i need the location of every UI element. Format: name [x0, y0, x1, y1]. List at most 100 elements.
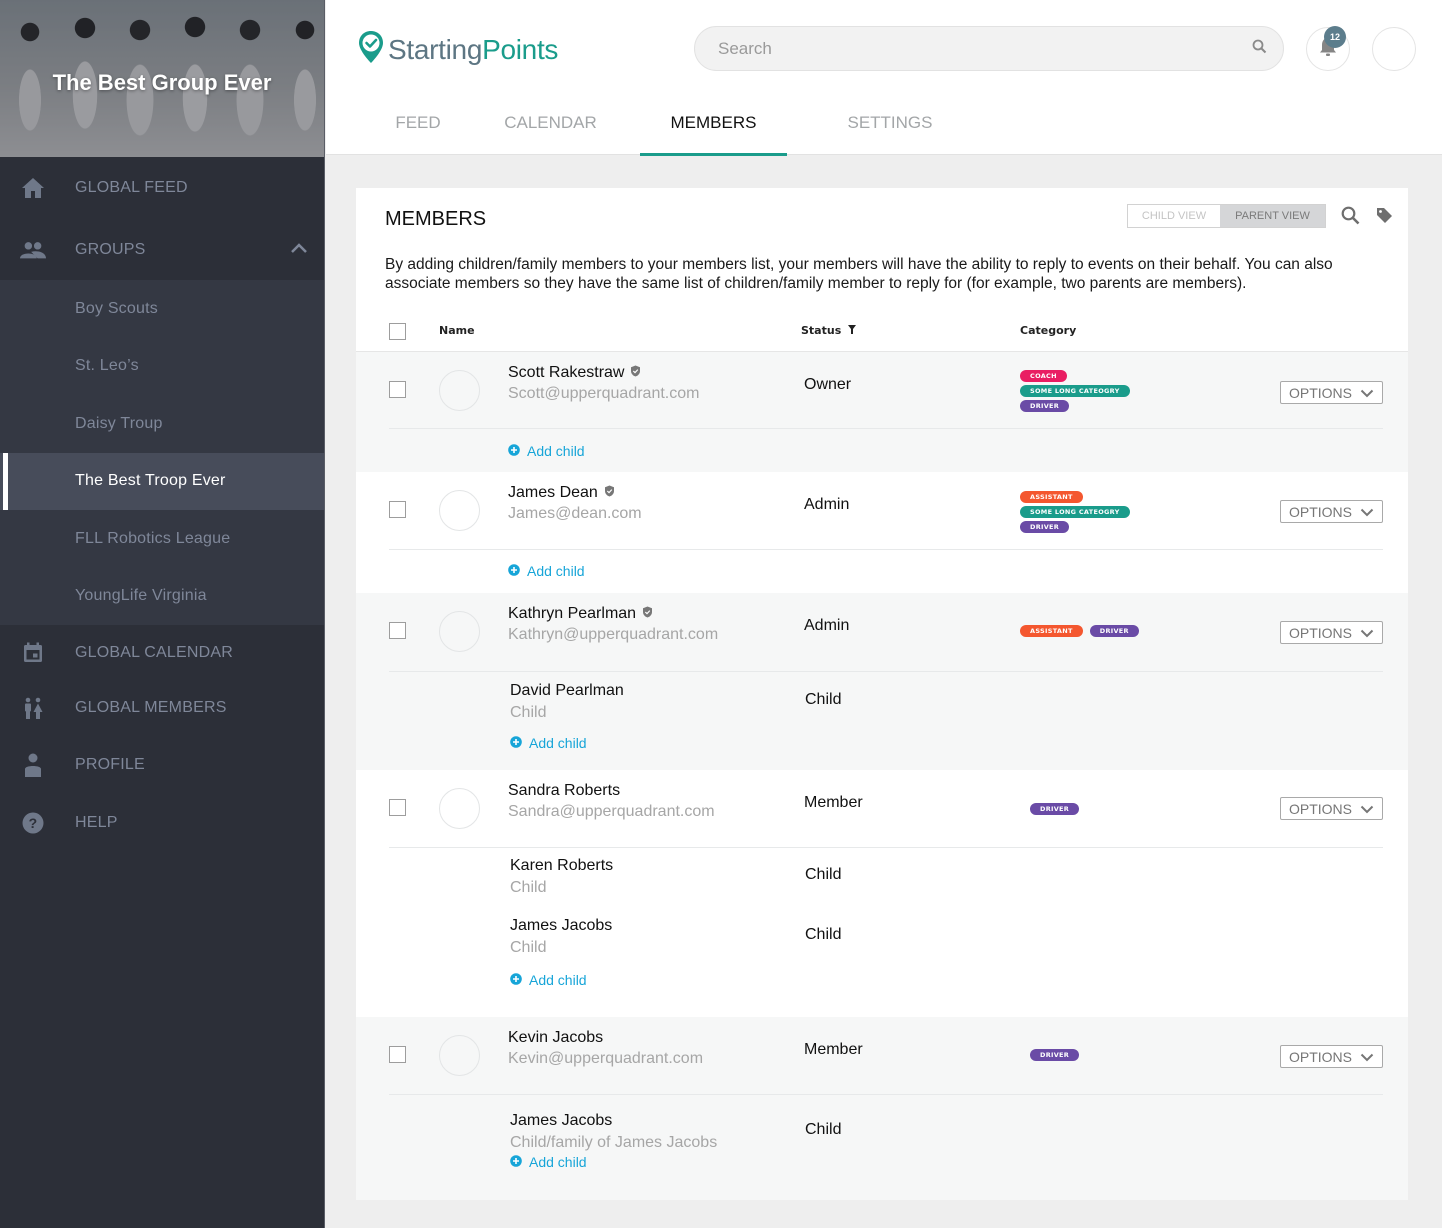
nav-global-feed[interactable]: GLOBAL FEED	[0, 157, 324, 219]
member-checkbox[interactable]	[389, 501, 406, 518]
chevron-down-icon	[1360, 385, 1374, 401]
tab-members-label: MEMBERS	[670, 112, 757, 132]
options-label: OPTIONS	[1288, 1048, 1352, 1065]
nav-global-members[interactable]: GLOBAL MEMBERS	[0, 680, 324, 735]
members-description: By adding children/family members to you…	[385, 256, 1333, 292]
category-tag: ASSISTANT	[1020, 491, 1083, 503]
category-tag: DRIVER	[1030, 803, 1080, 815]
member-checkbox[interactable]	[389, 622, 406, 639]
member-checkbox[interactable]	[389, 1046, 406, 1063]
groups-list: Boy Scouts St. Leo’s Daisy Troup The Best T…	[0, 280, 324, 625]
add-child-label: Add child	[529, 1154, 587, 1170]
tab-members[interactable]: MEMBERS	[640, 90, 787, 156]
nav-profile-label: PROFILE	[75, 756, 145, 773]
members-title: MEMBERS	[385, 208, 487, 230]
add-child-label: Add child	[527, 443, 585, 459]
search-input[interactable]	[695, 38, 1252, 59]
search-members-icon[interactable]	[1341, 206, 1360, 230]
user-avatar-button[interactable]	[1372, 27, 1416, 71]
member-row: Kathryn Pearlman Kathryn@upperquadrant.co…	[356, 593, 1408, 770]
sidebar-group-item[interactable]: YoungLife Virginia	[0, 568, 324, 626]
verified-shield-icon	[642, 605, 653, 623]
member-email: Kathryn@upperquadrant.com	[508, 626, 719, 643]
select-all-checkbox[interactable]	[389, 323, 406, 340]
chevron-down-icon	[1360, 625, 1374, 641]
column-header-category: Category	[1020, 324, 1077, 337]
child-status: Child	[805, 866, 842, 883]
member-status: Admin	[804, 496, 850, 513]
member-checkbox[interactable]	[389, 381, 406, 398]
add-child-link[interactable]: Add child	[510, 1154, 587, 1170]
member-avatar	[439, 611, 480, 652]
group-tabs: FEED CALENDAR MEMBERS SETTINGS	[326, 90, 1442, 156]
sidebar-group-item[interactable]: Daisy Troup	[0, 395, 324, 453]
tag-icon[interactable]	[1376, 207, 1393, 229]
tab-settings-label: SETTINGS	[847, 112, 933, 132]
add-child-link[interactable]: Add child	[508, 563, 585, 579]
options-button[interactable]: OPTIONS	[1280, 621, 1383, 644]
search-icon[interactable]	[1252, 39, 1267, 59]
options-label: OPTIONS	[1288, 800, 1352, 817]
nav-help[interactable]: ? HELP	[0, 795, 324, 850]
row-divider	[389, 1094, 1383, 1095]
member-status: Member	[804, 794, 863, 811]
logo[interactable]: StartingPoints	[358, 30, 558, 69]
notifications-button[interactable]: 12	[1306, 26, 1350, 71]
options-label: OPTIONS	[1288, 384, 1352, 401]
member-email: Scott@upperquadrant.com	[508, 385, 700, 402]
nav-profile[interactable]: PROFILE	[0, 735, 324, 795]
child-view-button[interactable]: CHILD VIEW	[1128, 205, 1220, 227]
add-child-link[interactable]: Add child	[508, 443, 585, 459]
verified-shield-icon	[604, 484, 615, 502]
child-status: Child	[805, 1121, 842, 1138]
tab-feed[interactable]: FEED	[374, 90, 462, 155]
nav-global-calendar[interactable]: GLOBAL CALENDAR	[0, 625, 324, 680]
nav-groups[interactable]: GROUPS	[0, 219, 324, 280]
logo-text-points: Points	[482, 33, 559, 65]
add-circle-icon	[510, 1154, 522, 1170]
child-subtitle: Child	[510, 879, 547, 896]
sidebar-group-item[interactable]: St. Leo’s	[0, 338, 324, 396]
column-header-status[interactable]: Status	[801, 324, 857, 337]
sidebar-group-item[interactable]: FLL Robotics League	[0, 510, 324, 568]
child-name: James Jacobs	[510, 917, 613, 934]
top-bar: StartingPoints 12 FEED CALENDAR MEMBERS …	[326, 0, 1442, 156]
group-hero-image: The Best Group Ever	[0, 0, 324, 157]
add-child-link[interactable]: Add child	[510, 972, 587, 988]
add-circle-icon	[508, 563, 520, 579]
global-search	[694, 26, 1284, 71]
add-circle-icon	[510, 735, 522, 751]
sidebar-group-label: Daisy Troup	[75, 414, 163, 432]
member-name-row: Kathryn Pearlman	[508, 605, 653, 623]
options-button[interactable]: OPTIONS	[1280, 500, 1383, 523]
add-circle-icon	[510, 972, 522, 988]
member-status: Member	[804, 1041, 863, 1058]
sidebar-group-item[interactable]: Boy Scouts	[0, 280, 324, 338]
member-row: Kevin Jacobs Kevin@upperquadrant.com Membe…	[356, 1017, 1408, 1200]
member-name: Kathryn Pearlman	[508, 605, 637, 622]
tab-settings[interactable]: SETTINGS	[834, 90, 946, 155]
tab-calendar[interactable]: CALENDAR	[494, 90, 607, 155]
child-subtitle: Child/family of James Jacobs	[510, 1134, 718, 1151]
tab-calendar-label: CALENDAR	[504, 112, 597, 132]
member-checkbox[interactable]	[389, 799, 406, 816]
sidebar-group-label: Boy Scouts	[75, 299, 158, 317]
tab-feed-label: FEED	[395, 112, 441, 132]
chevron-down-icon	[1360, 504, 1374, 520]
member-status: Owner	[804, 376, 852, 393]
child-status: Child	[805, 691, 842, 708]
parent-view-button[interactable]: PARENT VIEW	[1220, 205, 1325, 227]
add-child-label: Add child	[529, 972, 587, 988]
people-icon	[20, 237, 46, 263]
add-child-link[interactable]: Add child	[510, 735, 587, 751]
filter-icon[interactable]	[848, 324, 857, 337]
member-name: Scott Rakestraw	[508, 364, 625, 381]
column-header-name: Name	[439, 324, 475, 337]
home-icon	[20, 175, 46, 201]
options-button[interactable]: OPTIONS	[1280, 797, 1383, 820]
options-button[interactable]: OPTIONS	[1280, 381, 1383, 404]
svg-text:?: ?	[29, 815, 38, 831]
chevron-up-icon[interactable]	[290, 241, 308, 259]
sidebar-group-item[interactable]: The Best Troop Ever	[0, 452, 324, 510]
options-button[interactable]: OPTIONS	[1280, 1045, 1383, 1068]
